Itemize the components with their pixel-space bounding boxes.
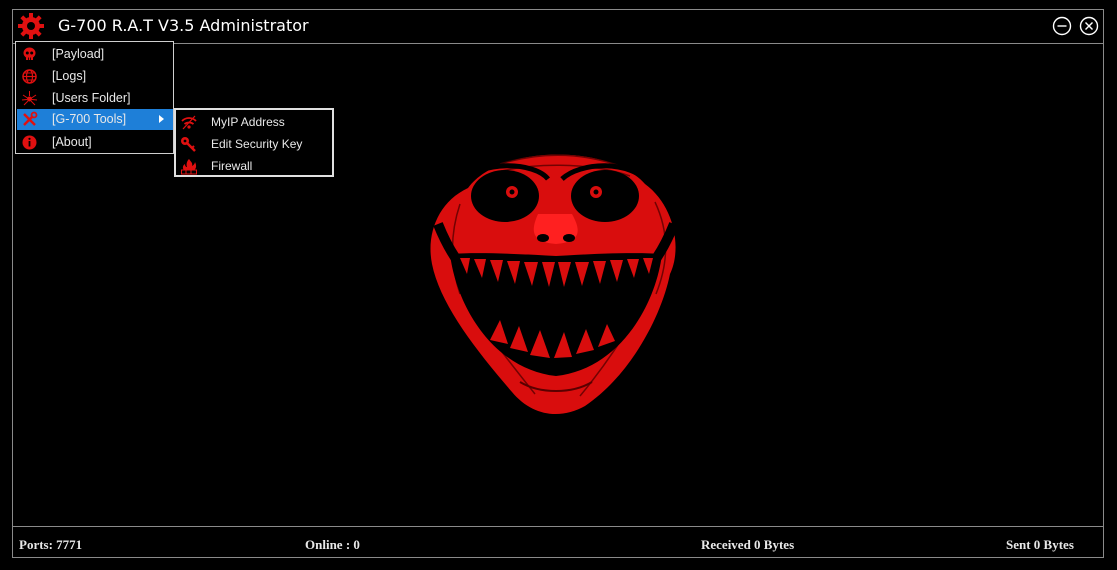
window-title: G-700 R.A.T V3.5 Administrator (58, 16, 309, 35)
received-bytes-status: Received 0 Bytes (701, 537, 795, 552)
submenu-item-label: Firewall (211, 159, 253, 173)
info-icon (21, 134, 38, 151)
submenu-item-label: Edit Security Key (211, 137, 303, 151)
gear-icon[interactable] (17, 12, 45, 40)
close-button[interactable] (1079, 16, 1099, 36)
menu-item-g700-tools[interactable]: [G-700 Tools] (17, 109, 173, 130)
menu-item-payload[interactable]: [Payload] (17, 44, 173, 65)
submenu-item-edit-security-key[interactable]: Edit Security Key (178, 133, 332, 154)
menu-item-about[interactable]: [About] (17, 132, 173, 153)
main-window: G-700 R.A.T V3.5 Administrator [Payload]… (0, 0, 1117, 570)
title-separator (12, 43, 1104, 44)
skull-icon (21, 46, 38, 63)
troll-face-image (420, 144, 692, 416)
firewall-icon (180, 158, 198, 175)
spider-icon (21, 90, 38, 107)
menu-item-label: [About] (52, 135, 92, 149)
close-icon (1079, 16, 1099, 36)
online-status: Online : 0 (305, 537, 360, 552)
submenu-item-firewall[interactable]: Firewall (178, 155, 332, 176)
menu-item-label: [G-700 Tools] (52, 112, 127, 126)
menu-item-users-folder[interactable]: [Users Folder] (17, 88, 173, 109)
menu-item-label: [Users Folder] (52, 91, 131, 105)
menu-item-label: [Logs] (52, 69, 87, 83)
status-bar (12, 526, 1104, 558)
key-icon (180, 136, 198, 153)
tools-submenu: MyIP Address Edit Security Key Firewall (174, 108, 334, 177)
minimize-icon (1052, 16, 1072, 36)
menu-item-logs[interactable]: [Logs] (17, 66, 173, 87)
menu-item-label: [Payload] (52, 47, 105, 61)
submenu-arrow-icon (159, 115, 164, 123)
tools-icon (21, 111, 38, 128)
globe-icon (21, 68, 38, 85)
ports-status: Ports: 7771 (19, 537, 83, 552)
main-menu: [Payload] [Logs] [Users Folder] [G-700 T… (15, 41, 174, 154)
minimize-button[interactable] (1052, 16, 1072, 36)
submenu-item-label: MyIP Address (211, 115, 285, 129)
submenu-item-myip-address[interactable]: MyIP Address (178, 111, 332, 132)
title-bar[interactable]: G-700 R.A.T V3.5 Administrator (0, 0, 1117, 44)
wifi-icon (180, 114, 198, 131)
sent-bytes-status: Sent 0 Bytes (1006, 537, 1074, 552)
